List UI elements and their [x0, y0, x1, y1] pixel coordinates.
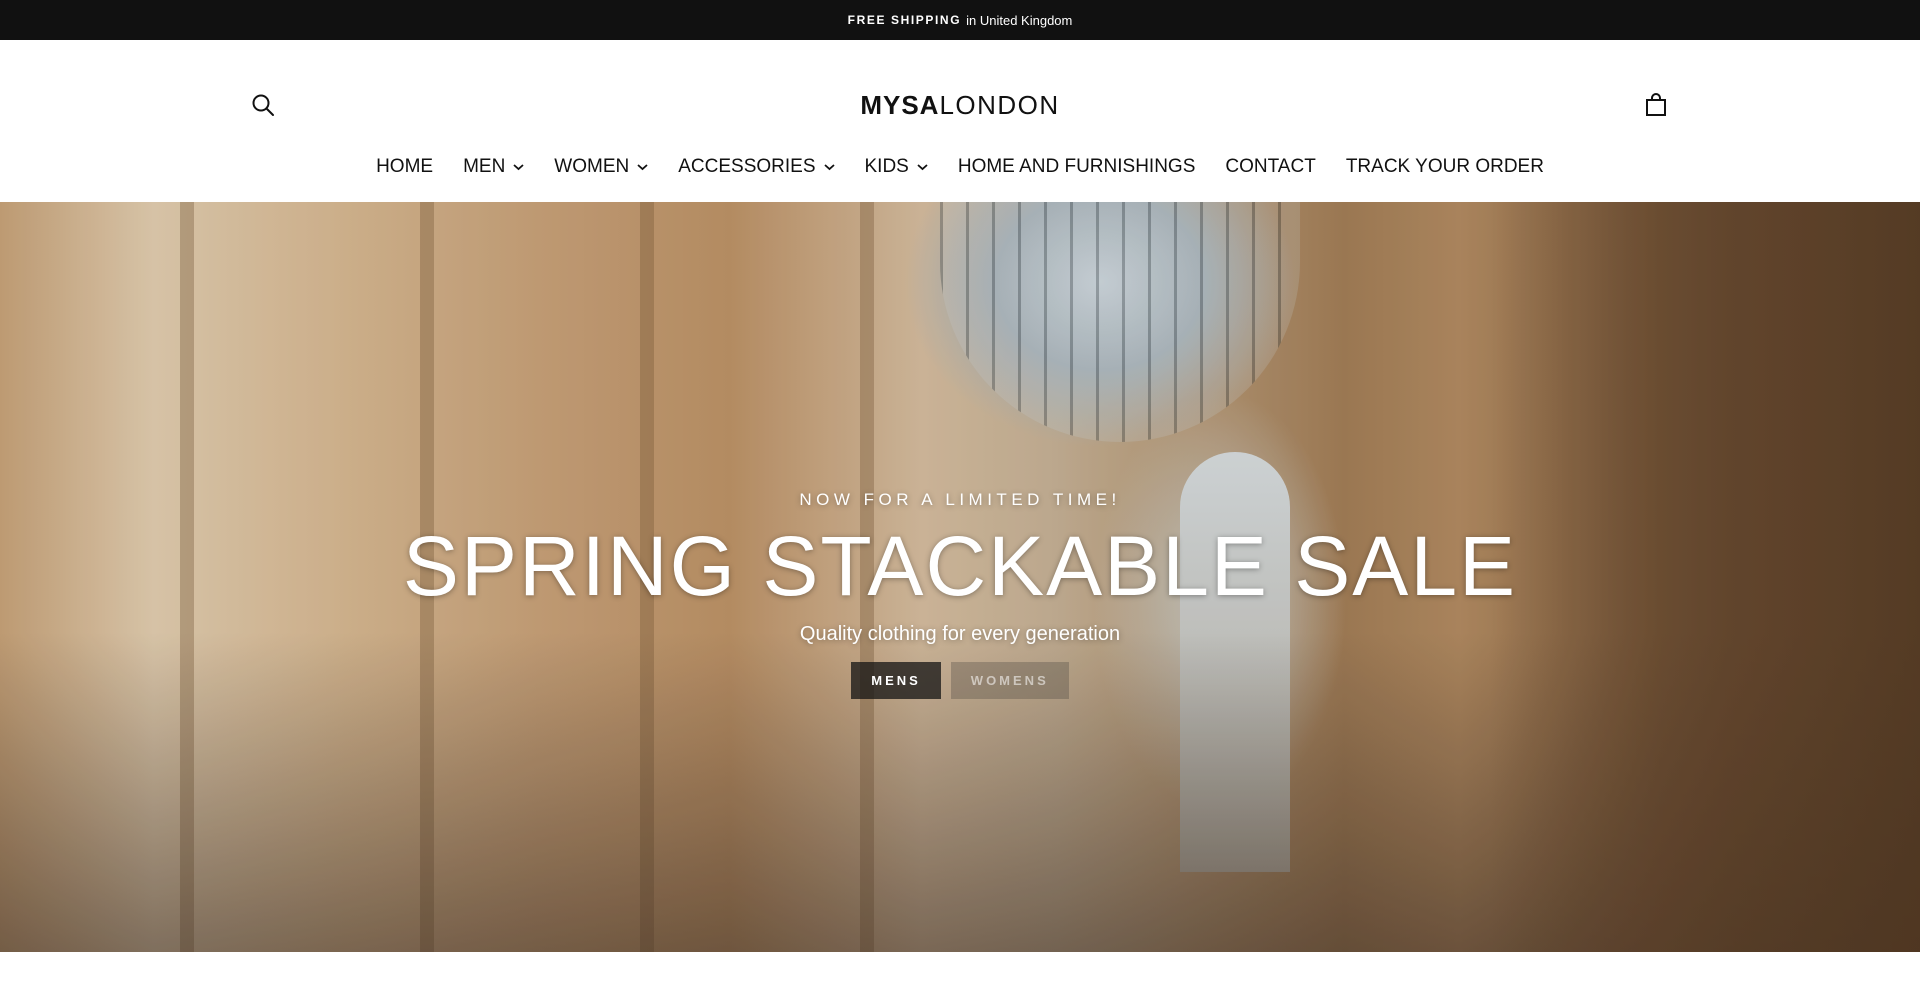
hero-content: NOW FOR A LIMITED TIME! SPRING STACKABLE…	[0, 202, 1920, 952]
site-logo[interactable]: MYSA LONDON	[0, 90, 1920, 120]
nav-item-label: KIDS	[864, 156, 909, 177]
nav-item-label: HOME	[376, 156, 434, 177]
nav-item-kids[interactable]: KIDS	[850, 156, 943, 178]
nav-item-home[interactable]: HOME	[361, 156, 448, 178]
main-navigation: HOME MEN WOMEN ACCESSORIES KIDS HOME AND…	[0, 152, 1920, 182]
chevron-down-icon	[823, 163, 835, 171]
womens-button[interactable]: WOMENS	[950, 661, 1069, 699]
nav-item-home-and-furnishings[interactable]: HOME AND FURNISHINGS	[943, 156, 1211, 178]
logo-light-text: LONDON	[939, 89, 1060, 120]
hero-title: SPRING STACKABLE SALE	[402, 518, 1518, 613]
announcement-text: in United Kingdom	[966, 12, 1073, 28]
nav-item-contact[interactable]: CONTACT	[1210, 156, 1330, 178]
hero-subtitle: Quality clothing for every generation	[799, 622, 1121, 645]
hero-eyebrow: NOW FOR A LIMITED TIME!	[799, 489, 1121, 509]
nav-item-label: CONTACT	[1225, 156, 1316, 177]
cart-button[interactable]	[1641, 90, 1671, 120]
chevron-down-icon	[513, 163, 524, 171]
site-header: MYSA LONDON HOME MEN WOMEN ACCESSORIES K…	[0, 40, 1920, 202]
hero-banner: NOW FOR A LIMITED TIME! SPRING STACKABLE…	[0, 202, 1920, 952]
nav-item-label: TRACK YOUR ORDER	[1345, 156, 1544, 177]
announcement-bar: FREE SHIPPING in United Kingdom	[0, 0, 1920, 40]
nav-item-track-your-order[interactable]: TRACK YOUR ORDER	[1331, 156, 1559, 178]
chevron-down-icon	[917, 163, 928, 171]
nav-item-women[interactable]: WOMEN	[539, 156, 663, 178]
logo-bold-text: MYSA	[860, 89, 940, 120]
nav-item-accessories[interactable]: ACCESSORIES	[663, 156, 849, 178]
hero-buttons: MENS WOMENS	[851, 661, 1069, 699]
chevron-down-icon	[637, 163, 648, 171]
nav-item-label: ACCESSORIES	[678, 156, 816, 177]
nav-item-label: MEN	[463, 156, 506, 177]
mens-button[interactable]: MENS	[851, 661, 941, 699]
nav-item-label: HOME AND FURNISHINGS	[957, 156, 1196, 177]
nav-item-men[interactable]: MEN	[448, 156, 539, 178]
shopping-bag-icon	[1644, 93, 1668, 117]
announcement-strong-text: FREE SHIPPING	[847, 13, 962, 27]
nav-item-label: WOMEN	[554, 156, 630, 177]
